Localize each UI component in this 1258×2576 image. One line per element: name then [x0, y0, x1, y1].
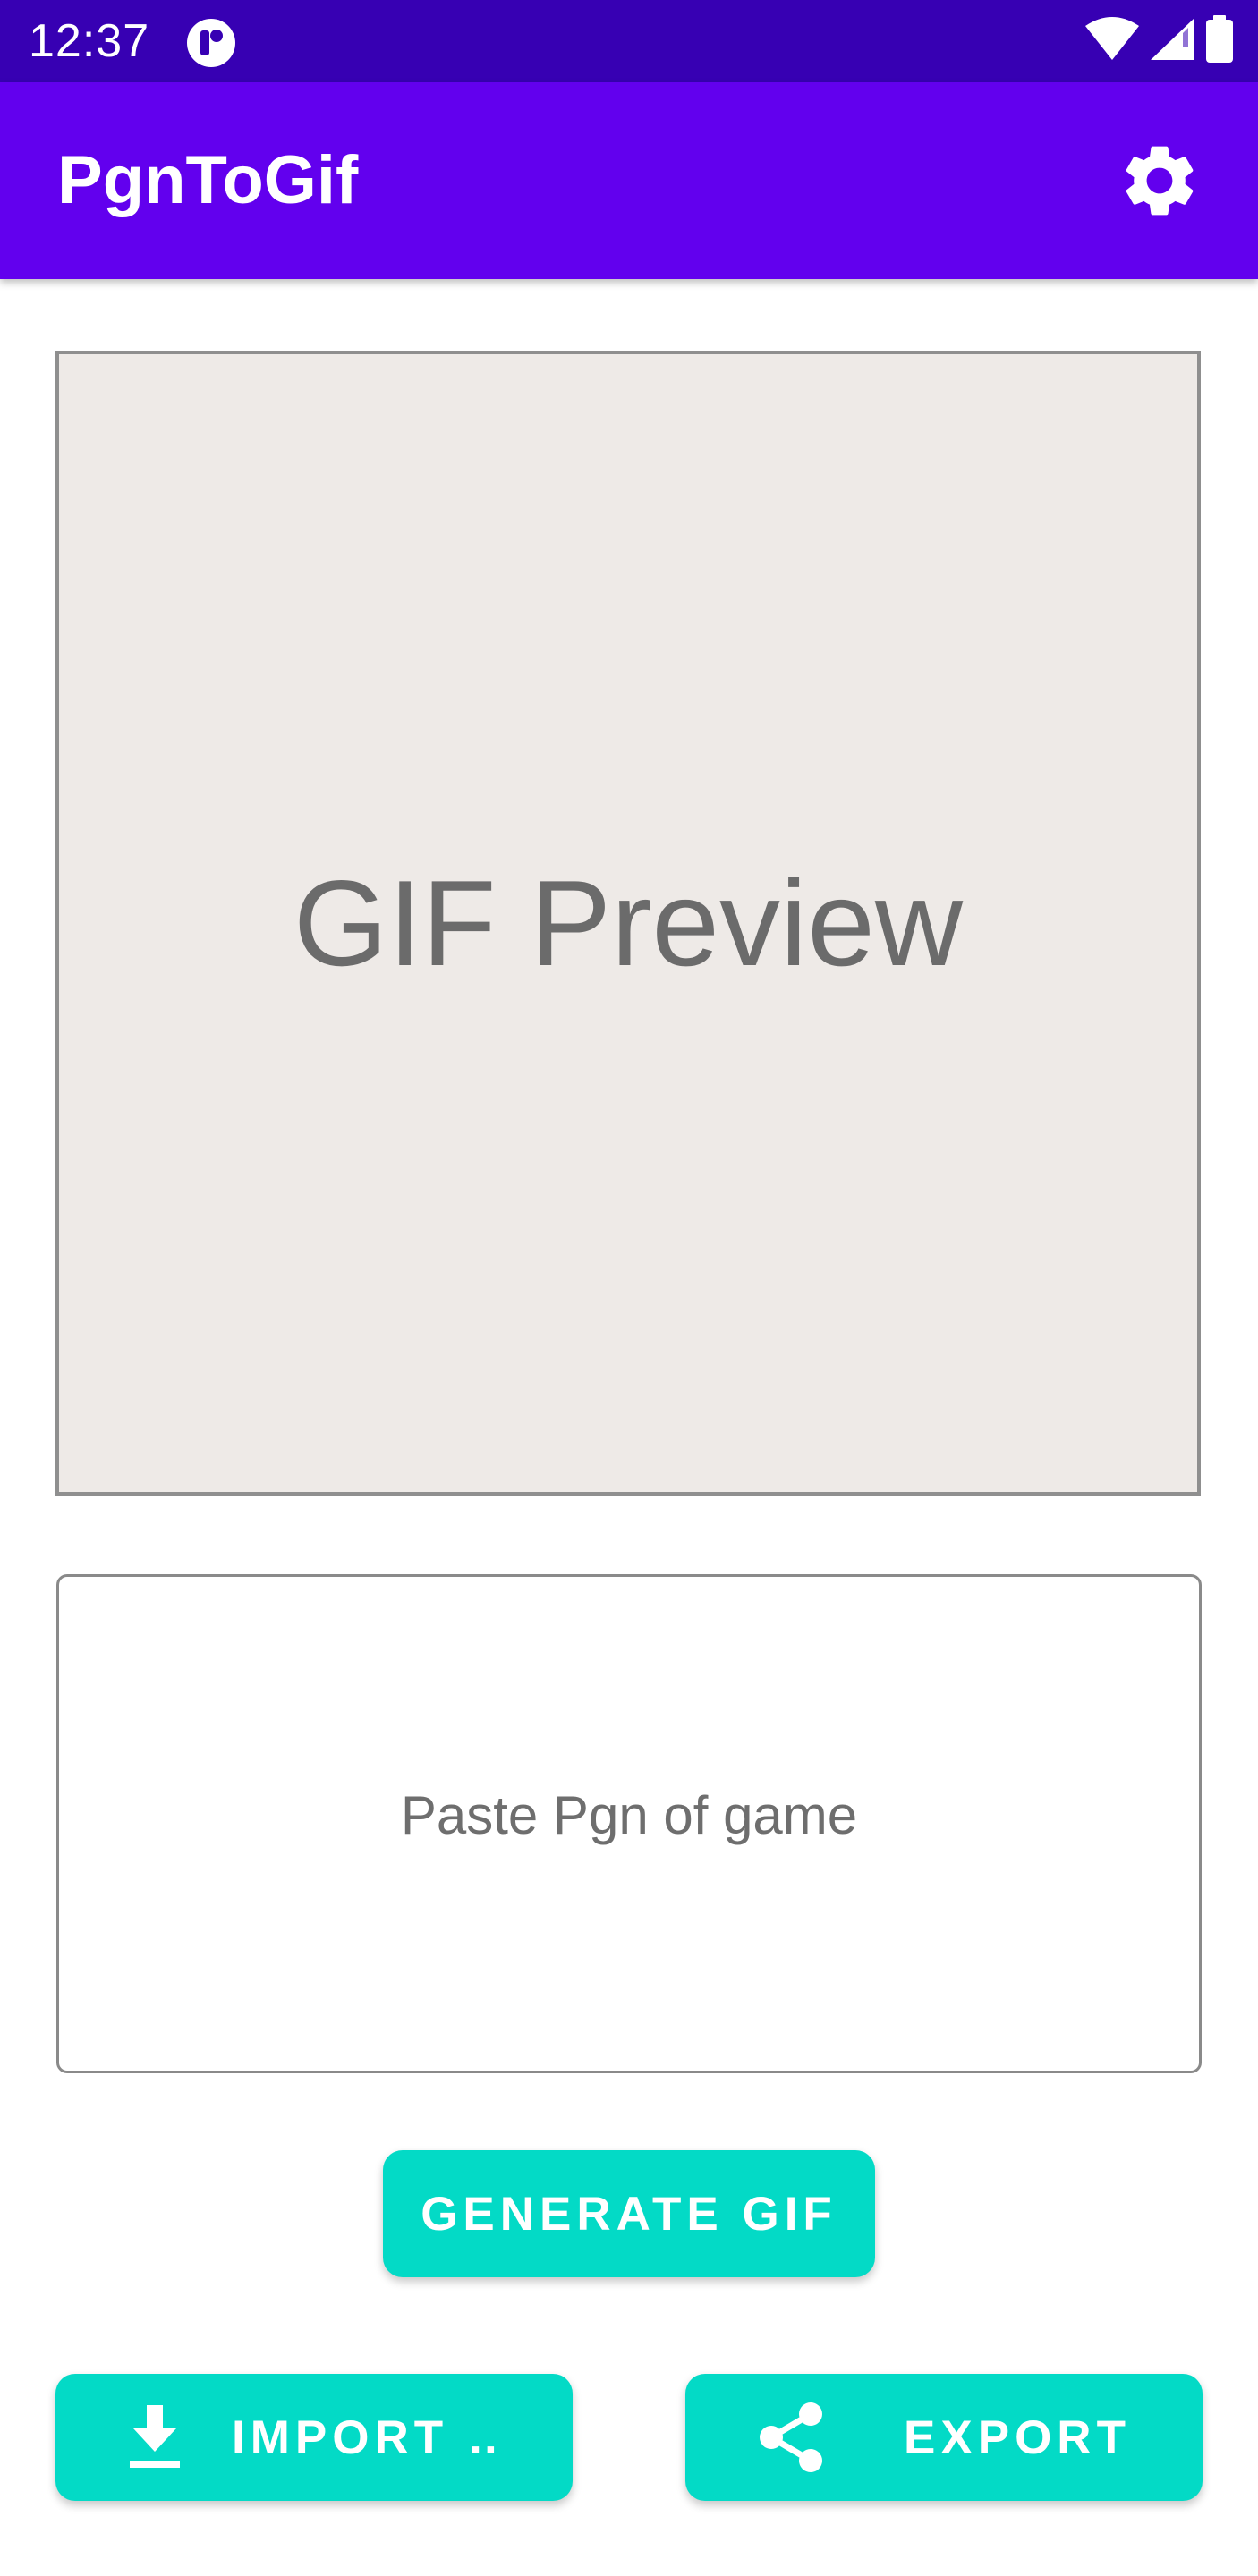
status-time: 12:37	[29, 15, 150, 67]
export-button-label: EXPORT	[904, 2411, 1131, 2464]
pgn-input-box	[56, 1574, 1202, 2073]
app-title: PgnToGif	[57, 142, 359, 218]
battery-icon	[1204, 14, 1235, 68]
gif-preview-label: GIF Preview	[293, 855, 964, 991]
download-icon	[128, 2405, 182, 2470]
wifi-icon	[1084, 16, 1140, 66]
status-bar: 12:37	[0, 0, 1258, 82]
status-icons	[1084, 14, 1235, 68]
share-icon	[757, 2402, 825, 2473]
import-button-label: IMPORT …	[232, 2411, 500, 2464]
app-notification-icon	[186, 18, 236, 68]
gif-preview: GIF Preview	[55, 351, 1201, 1496]
generate-gif-label: GENERATE GIF	[421, 2187, 837, 2241]
gear-icon	[1117, 138, 1203, 228]
generate-gif-button[interactable]: GENERATE GIF	[383, 2150, 875, 2277]
cell-signal-icon	[1149, 17, 1195, 66]
import-button[interactable]: IMPORT …	[55, 2374, 573, 2501]
export-button[interactable]: EXPORT	[685, 2374, 1203, 2501]
app-bar: PgnToGif	[0, 82, 1258, 279]
pgn-input[interactable]	[59, 1577, 1199, 2071]
settings-button[interactable]	[1113, 136, 1206, 229]
